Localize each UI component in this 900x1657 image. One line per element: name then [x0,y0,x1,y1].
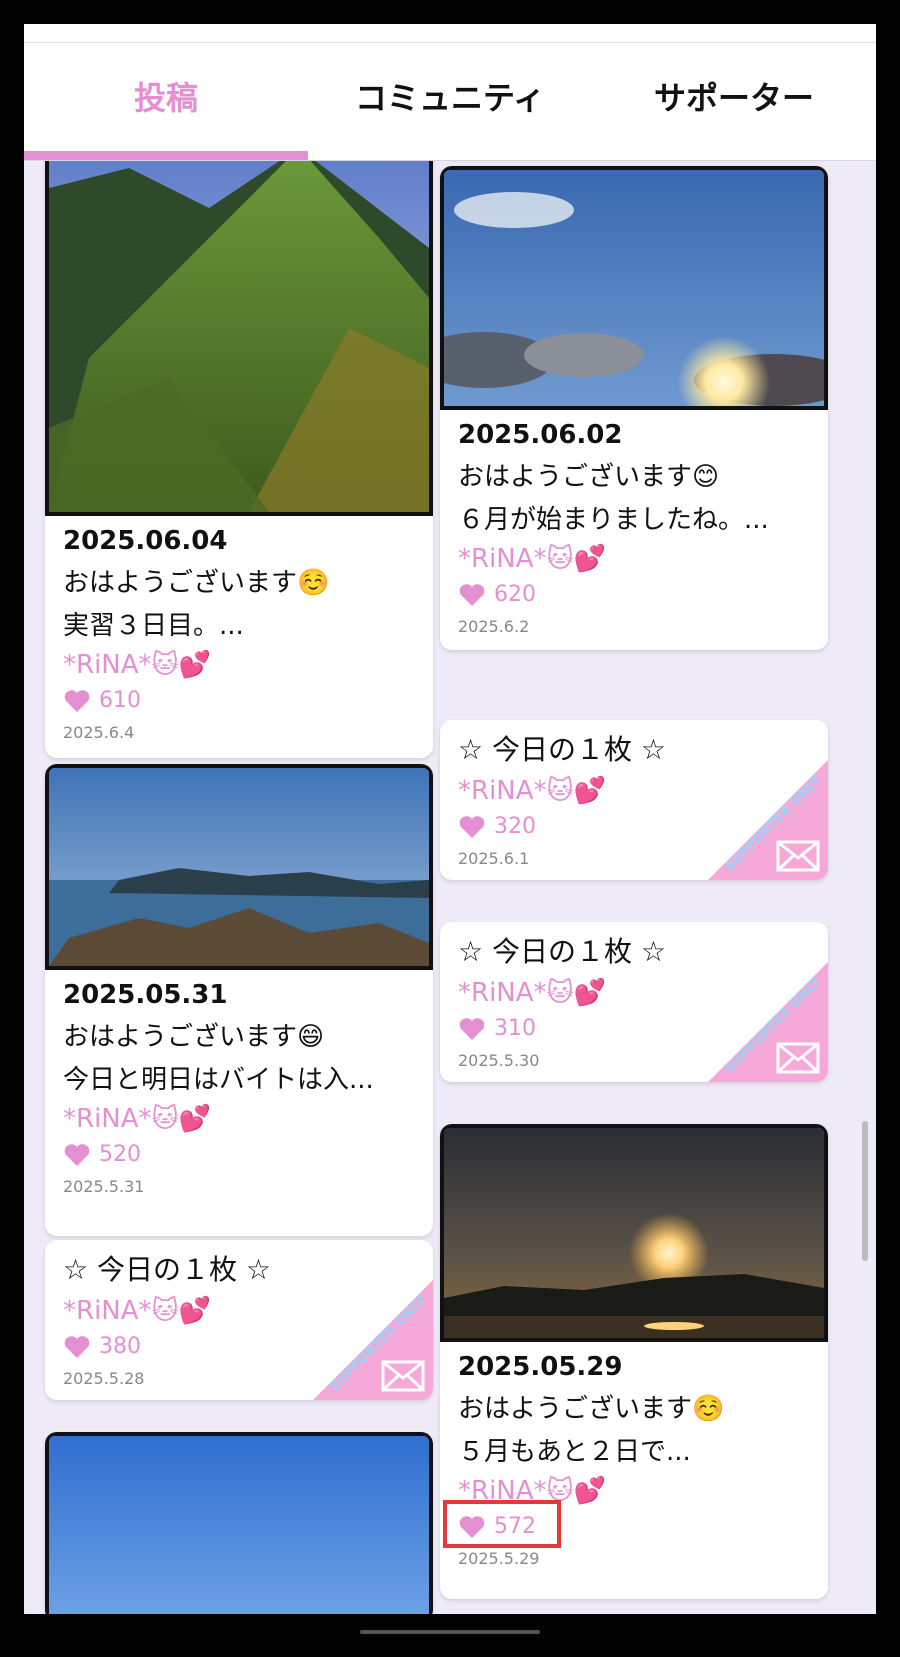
post-text-line1: おはようございます😄 [63,1022,325,1052]
sky-image [444,170,824,406]
post-title-date: 2025.05.29 [458,1352,623,1382]
post-card-supporter-only[interactable]: ☆ 今日の１枚 ☆ *RiNA*🐱💕 320 2025.6.1 SUPPORTE… [440,720,828,880]
like-counter[interactable]: 520 [63,1142,415,1167]
heart-icon [64,1335,90,1358]
like-count: 380 [99,1334,141,1359]
post-photo-blue-sky [45,1432,433,1614]
heart-icon [459,583,485,606]
heart-icon [64,689,90,712]
supporter-only-badge: SUPPORTER ONLY [313,1280,433,1400]
tab-posts[interactable]: 投稿 [24,43,308,160]
post-author[interactable]: *RiNA*🐱💕 [63,650,415,680]
sea-image [49,768,429,966]
post-card-partial-bottom[interactable] [45,1432,433,1614]
post-card[interactable]: 2025.06.02 おはようございます😊 ６月が始まりましたね。... *Ri… [440,166,828,650]
post-author[interactable]: *RiNA*🐱💕 [458,544,810,574]
post-text-line2: ５月もあと２日で... [458,1437,691,1467]
top-strip [24,24,876,43]
like-counter[interactable]: 620 [458,582,810,607]
mountain-image [49,128,429,512]
post-text-line1: おはようございます☺️ [63,568,330,598]
post-date: 2025.5.29 [458,1549,540,1568]
like-count: 320 [494,814,536,839]
scrollbar[interactable] [862,1121,868,1261]
post-title-date: 2025.06.04 [63,526,228,556]
supporter-only-badge: SUPPORTER ONLY [708,760,828,880]
system-nav-bar [0,1614,900,1657]
post-card-supporter-only[interactable]: ☆ 今日の１枚 ☆ *RiNA*🐱💕 310 2025.5.30 SUPPORT… [440,922,828,1082]
like-count: 520 [99,1142,141,1167]
post-card-supporter-only[interactable]: ☆ 今日の１枚 ☆ *RiNA*🐱💕 380 2025.5.28 SUPPORT… [45,1240,433,1400]
heart-icon [64,1143,90,1166]
post-photo-sea [45,764,433,970]
like-count: 610 [99,688,141,713]
post-text-line2: ６月が始まりましたね。... [458,505,769,535]
sunset-image [444,1128,824,1338]
like-counter[interactable]: 610 [63,688,415,713]
post-title-date: 2025.06.02 [458,420,623,450]
post-text-line2: 今日と明日はバイトは入... [63,1065,374,1095]
post-title-date: 2025.05.31 [63,980,228,1010]
supporter-only-badge: SUPPORTER ONLY [708,962,828,1082]
tab-supporters[interactable]: サポーター [592,43,876,160]
tab-bar: 投稿 コミュニティ サポーター [24,43,876,161]
heart-icon [459,1017,485,1040]
post-date: 2025.6.4 [63,723,135,742]
post-photo-mountain [45,124,433,516]
post-card[interactable]: 2025.06.04 おはようございます☺️ 実習３日目。... *RiNA*🐱… [45,124,433,758]
post-text-line1: おはようございます😊 [458,462,720,492]
post-photo-sunset [440,1124,828,1342]
post-date: 2025.5.31 [63,1177,145,1196]
post-text-line2: 実習３日目。... [63,611,244,641]
post-card[interactable]: 2025.05.31 おはようございます😄 今日と明日はバイトは入... *Ri… [45,764,433,1236]
home-indicator[interactable] [360,1630,540,1634]
app-screen: 投稿 コミュニティ サポーター 2025.06.04 おはようございます☺️ 実… [24,24,876,1614]
post-date: 2025.6.2 [458,617,530,636]
highlight-box [443,1500,561,1548]
blue-sky-image [49,1436,429,1614]
like-count: 620 [494,582,536,607]
tab-community[interactable]: コミュニティ [308,43,592,160]
heart-icon [459,815,485,838]
like-count: 310 [494,1016,536,1041]
post-author[interactable]: *RiNA*🐱💕 [63,1104,415,1134]
post-text-line1: おはようございます☺️ [458,1394,725,1424]
post-photo-sky [440,166,828,410]
